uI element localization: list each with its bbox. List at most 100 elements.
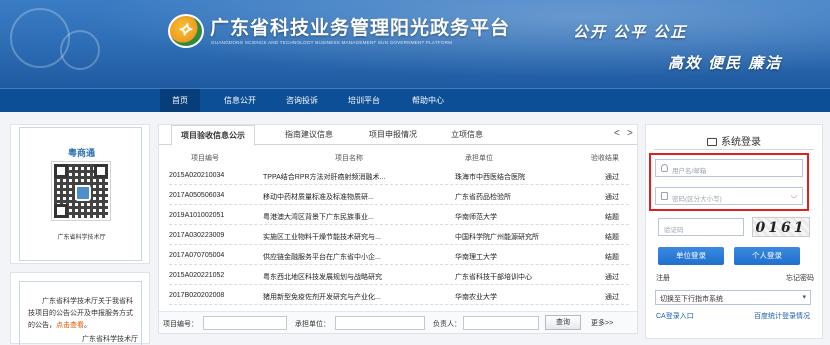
project-search-bar: 项目编号： 承担单位： 负责人： 查询 更多>> bbox=[159, 311, 637, 333]
eye-toggle-icon[interactable]: ◡ bbox=[791, 191, 797, 199]
cell-result: 通过 bbox=[605, 294, 619, 301]
label-person: 负责人： bbox=[433, 321, 461, 328]
table-row[interactable]: 2017A030223009 实施区工业物料干燥节能技术研究与... 中国科学院… bbox=[169, 227, 629, 245]
cell-name[interactable]: 供应链金融服务平台在广东省中小企... bbox=[263, 252, 387, 262]
chevron-down-icon: ▾ bbox=[802, 294, 806, 301]
cell-result: 结题 bbox=[605, 254, 619, 261]
tab-guide-suggestions[interactable]: 指南建议信息 bbox=[285, 129, 333, 140]
column-header-name: 项目名称 bbox=[335, 155, 363, 162]
more-link[interactable]: 更多>> bbox=[591, 318, 613, 328]
cell-name[interactable]: TPPA结合RPR方法对肝癌射频消融术... bbox=[263, 172, 387, 182]
cell-result: 通过 bbox=[605, 194, 619, 201]
cell-name[interactable]: 粤东西北地区科技发展规划与战略研究 bbox=[263, 272, 387, 282]
ca-login-link[interactable]: CA登录入口 bbox=[656, 311, 694, 321]
tab-application-status[interactable]: 项目申报情况 bbox=[369, 129, 417, 140]
column-header-code: 项目编号 bbox=[191, 155, 219, 162]
cell-name[interactable]: 实施区工业物料干燥节能技术研究与... bbox=[263, 232, 387, 242]
person-input[interactable] bbox=[463, 316, 539, 330]
system-switch-select[interactable]: 切换至下行指市系统 ▾ bbox=[655, 290, 811, 305]
satellite-dish-graphic bbox=[60, 30, 100, 70]
lock-icon bbox=[661, 192, 668, 200]
tab-approval-info[interactable]: 立项信息 bbox=[451, 129, 483, 140]
column-header-result: 验收结果 bbox=[591, 155, 619, 162]
notice-text: 广东省科学技术厅关于我省科技项目的公告公开及申报服务方式的公告，点击查看。 bbox=[28, 296, 138, 332]
password-field[interactable]: 密码(区分大小写) ◡ bbox=[655, 187, 803, 205]
site-header: ⟡ 广东省科技业务管理阳光政务平台 GUANGDONG SCIENCE AND … bbox=[0, 0, 830, 88]
table-row[interactable]: 2017A070705004 供应链金融服务平台在广东省中小企... 华南理工大… bbox=[169, 247, 629, 265]
nav-item-home[interactable]: 首页 bbox=[160, 89, 200, 112]
table-row[interactable]: 2015A020210034 TPPA结合RPR方法对肝癌射频消融术... 珠海… bbox=[169, 167, 629, 185]
cell-result: 结题 bbox=[605, 234, 619, 241]
qr-corner-marker bbox=[54, 204, 68, 218]
unit-input[interactable] bbox=[335, 316, 425, 330]
cell-result: 结题 bbox=[605, 214, 619, 221]
nav-item-consult[interactable]: 咨询投诉 bbox=[286, 95, 318, 106]
label-unit: 承担单位： bbox=[295, 321, 330, 328]
cell-unit: 华南农业大学 bbox=[455, 294, 497, 301]
cell-code: 2015A020210034 bbox=[169, 172, 225, 179]
cell-code: 2017A050506034 bbox=[169, 192, 225, 199]
cell-name[interactable]: 猪用新型免疫佐剂开发研究与产业化... bbox=[263, 292, 387, 302]
table-row[interactable]: 2019A101002051 粤港澳大湾区背景下广东民族事业... 华南师范大学… bbox=[169, 207, 629, 225]
site-title: 广东省科技业务管理阳光政务平台 bbox=[210, 18, 511, 39]
table-row[interactable]: 2017B020202008 猪用新型免疫佐剂开发研究与产业化... 华南农业大… bbox=[169, 287, 629, 305]
table-row[interactable]: 2015A020221052 粤东西北地区科技发展规划与战略研究 广东省科技干部… bbox=[169, 267, 629, 285]
tab-acceptance[interactable]: 项目验收信息公示 bbox=[171, 125, 255, 146]
username-field[interactable]: 用户名/邮箱 bbox=[655, 159, 803, 177]
cell-code: 2015A020221052 bbox=[169, 272, 225, 279]
username-placeholder: 用户名/邮箱 bbox=[672, 168, 707, 175]
cell-code: 2017A070705004 bbox=[169, 252, 225, 259]
captcha-input[interactable]: 验证码 bbox=[658, 218, 744, 236]
notice-link[interactable]: 点击查看 bbox=[56, 322, 84, 329]
slogan-secondary: 高效 便民 廉洁 bbox=[668, 55, 783, 72]
forgot-password-link[interactable]: 忘记密码 bbox=[786, 273, 814, 283]
login-stats-link[interactable]: 百度统计登录情况 bbox=[754, 311, 810, 321]
logo-letter: ⟡ bbox=[178, 18, 192, 40]
captcha-image[interactable]: 0161 bbox=[752, 217, 810, 237]
table-row[interactable]: 2017A050506034 移动中药材质量标准及标准物质研... 广东省药品检… bbox=[169, 187, 629, 205]
cell-unit: 中国科学院广州能源研究所 bbox=[455, 234, 539, 241]
cell-result: 通过 bbox=[605, 274, 619, 281]
qr-title: 粤商通 bbox=[67, 148, 95, 158]
project-panel: 项目验收信息公示 指南建议信息 项目申报情况 立项信息 < > 项目编号 项目名… bbox=[158, 124, 638, 334]
login-title-text: 系统登录 bbox=[721, 137, 761, 148]
tab-prev-arrow[interactable]: < bbox=[614, 128, 620, 139]
qr-caption: 广东省科学技术厅 bbox=[57, 235, 106, 241]
cell-code: 2017B020202008 bbox=[169, 292, 225, 299]
nav-item-help[interactable]: 帮助中心 bbox=[412, 95, 444, 106]
user-icon bbox=[661, 164, 668, 172]
cell-code: 2019A101002051 bbox=[169, 212, 225, 219]
tab-next-arrow[interactable]: > bbox=[627, 128, 633, 139]
cell-name[interactable]: 粤港澳大湾区背景下广东民族事业... bbox=[263, 212, 387, 222]
nav-item-info-public[interactable]: 信息公开 bbox=[224, 95, 256, 106]
satellite-dish-graphic bbox=[10, 8, 70, 68]
notice-body-b: 。 bbox=[84, 322, 91, 329]
monitor-icon bbox=[707, 138, 717, 146]
column-header-unit: 承担单位 bbox=[465, 155, 493, 162]
search-button[interactable]: 查询 bbox=[545, 315, 581, 330]
cell-name[interactable]: 移动中药材质量标准及标准物质研... bbox=[263, 192, 387, 202]
qr-card-frame: 粤商通 广东省科学技术厅 bbox=[19, 127, 142, 261]
main-nav: 首页 信息公开 咨询投诉 培训平台 帮助中心 bbox=[0, 88, 830, 112]
notice-signature: 广东省科学技术厅 bbox=[82, 336, 138, 343]
qr-corner-marker bbox=[94, 164, 108, 178]
login-panel: 系统登录 用户名/邮箱 密码(区分大小写) ◡ 验证码 0161 单位登录 个人… bbox=[645, 124, 823, 339]
cell-result: 通过 bbox=[605, 174, 619, 181]
project-code-input[interactable] bbox=[203, 316, 287, 330]
site-subtitle: GUANGDONG SCIENCE AND TECHNOLOGY BUSINES… bbox=[211, 40, 453, 45]
cell-unit: 华南师范大学 bbox=[455, 214, 497, 221]
qr-card: 粤商通 广东省科学技术厅 bbox=[10, 124, 150, 264]
label-project-code: 项目编号： bbox=[163, 321, 198, 328]
personal-login-button[interactable]: 个人登录 bbox=[734, 247, 800, 265]
login-title: 系统登录 bbox=[646, 133, 822, 148]
cell-unit: 广东省科技干部培训中心 bbox=[455, 274, 532, 281]
slogan-primary: 公开 公平 公正 bbox=[573, 24, 688, 41]
project-tabs: 项目验收信息公示 指南建议信息 项目申报情况 立项信息 < > bbox=[159, 125, 637, 146]
register-link[interactable]: 注册 bbox=[656, 273, 670, 283]
unit-login-button[interactable]: 单位登录 bbox=[658, 247, 724, 265]
cell-unit: 华南理工大学 bbox=[455, 254, 497, 261]
nav-item-training[interactable]: 培训平台 bbox=[348, 95, 380, 106]
cell-code: 2017A030223009 bbox=[169, 232, 225, 239]
qr-code bbox=[51, 161, 111, 221]
notice-card: 广东省科学技术厅关于我省科技项目的公告公开及申报服务方式的公告，点击查看。 广东… bbox=[10, 272, 150, 345]
